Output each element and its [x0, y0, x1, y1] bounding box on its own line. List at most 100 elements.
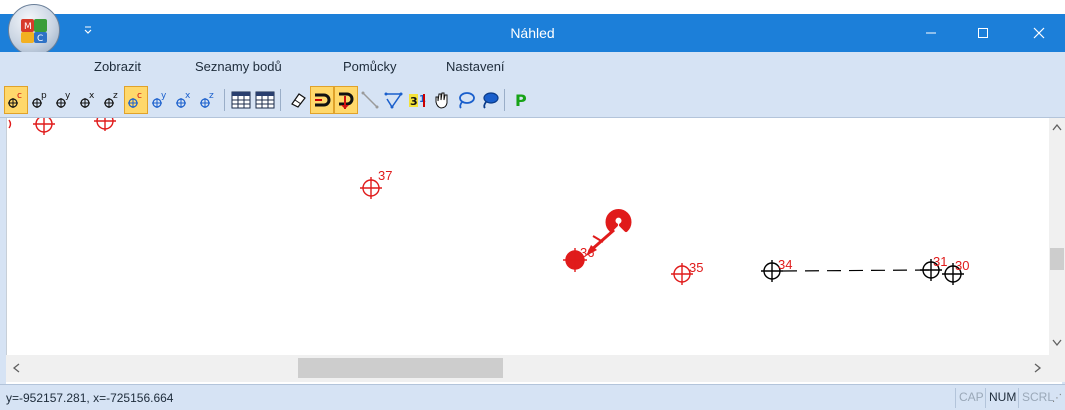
tool-point-z2-button[interactable]: z	[196, 86, 220, 114]
point-z-icon: z	[200, 91, 214, 108]
chevron-left-icon	[12, 363, 20, 373]
snap-cursor-icon	[586, 208, 632, 256]
horizontal-scrollbar[interactable]	[6, 355, 1049, 382]
svg-text:C: C	[37, 34, 43, 44]
point-marker-partial	[8, 119, 12, 129]
tool-point-x2-button[interactable]: x	[172, 86, 196, 114]
tool-point-c2-button[interactable]: c	[124, 86, 148, 114]
hand-icon	[435, 92, 448, 109]
menu-item-zobrazit[interactable]: Zobrazit	[90, 58, 145, 75]
point-c-icon: c	[8, 91, 22, 108]
point-label: 37	[378, 168, 392, 183]
numbering-icon: 31	[409, 94, 426, 108]
svg-text:P: P	[515, 91, 527, 110]
title-bar: M C Náhled	[0, 0, 1065, 57]
chevron-right-icon	[1034, 363, 1042, 373]
tool-table-button[interactable]	[229, 86, 253, 114]
svg-text:z: z	[209, 91, 214, 101]
close-icon	[1033, 27, 1045, 39]
tool-snap-point-button[interactable]	[334, 86, 358, 114]
scroll-left-button[interactable]	[6, 355, 26, 382]
horizontal-scroll-thumb[interactable]	[298, 358, 503, 378]
toolbar-separator	[280, 89, 281, 111]
svg-text:y: y	[65, 91, 71, 101]
point-z-icon: z	[104, 91, 118, 108]
lasso-fill-icon	[483, 92, 499, 109]
chevron-up-icon	[1052, 123, 1062, 131]
point-label: 34	[778, 257, 792, 272]
point-35[interactable]: 35	[671, 260, 703, 285]
tool-polyline-button[interactable]	[382, 86, 406, 114]
point-marker[interactable]	[33, 118, 55, 135]
point-x-icon: x	[176, 91, 191, 108]
app-logo-icon: M C	[21, 19, 47, 44]
point-p-icon: p	[32, 91, 47, 108]
tool-point-z-button[interactable]: z	[100, 86, 124, 114]
chevron-down-icon	[84, 26, 92, 34]
tool-point-y-button[interactable]: y	[52, 86, 76, 114]
dashed-line[interactable]	[782, 269, 932, 272]
tool-table2-button[interactable]	[253, 86, 277, 114]
svg-text:c: c	[17, 91, 22, 101]
maximize-button[interactable]	[957, 14, 1009, 52]
menu-item-nastaveni[interactable]: Nastavení	[442, 58, 509, 75]
tool-lasso-fill-button[interactable]	[478, 86, 502, 114]
vertical-scroll-thumb[interactable]	[1050, 248, 1064, 270]
tool-line-button[interactable]	[358, 86, 382, 114]
p-icon: P	[515, 91, 527, 110]
tool-lasso-button[interactable]	[454, 86, 478, 114]
scrollbar-corner	[1049, 355, 1065, 382]
eraser-icon	[291, 93, 306, 108]
close-button[interactable]	[1013, 14, 1065, 52]
tool-snap-button[interactable]	[310, 86, 334, 114]
menu-bar: Zobrazit Seznamy bodů Pomůcky Nastavení	[0, 52, 1065, 82]
point-label: 35	[689, 260, 703, 275]
quick-access-dropdown[interactable]	[82, 25, 94, 37]
svg-text:x: x	[185, 91, 191, 101]
magnet-icon	[315, 93, 331, 107]
tool-point-x-button[interactable]: x	[76, 86, 100, 114]
tool-hand-button[interactable]	[430, 86, 454, 114]
svg-text:p: p	[41, 91, 47, 101]
scroll-right-button[interactable]	[1028, 355, 1048, 382]
line-icon	[361, 91, 379, 109]
minimize-icon	[926, 32, 936, 34]
tool-eraser-button[interactable]	[286, 86, 310, 114]
point-x-icon: x	[80, 91, 95, 108]
cursor-coordinates: y=-952157.281, x=-725156.664	[6, 391, 174, 405]
point-y-icon: y	[56, 91, 71, 108]
tool-numbering-button[interactable]: 31	[406, 86, 430, 114]
scroll-up-button[interactable]	[1049, 120, 1065, 137]
point-label: 31	[933, 254, 947, 269]
tool-point-y2-button[interactable]: y	[148, 86, 172, 114]
table-icon	[231, 91, 251, 109]
tool-p-button[interactable]: P	[509, 86, 533, 114]
maximize-icon	[978, 28, 988, 38]
toolbar-separator	[504, 89, 505, 111]
point-31[interactable]: 31	[920, 254, 947, 281]
map-drawing: 37 36 35 34 31 30	[8, 118, 969, 285]
svg-text:c: c	[137, 91, 142, 101]
point-y-icon: y	[152, 91, 167, 108]
scroll-down-button[interactable]	[1049, 336, 1065, 353]
minimize-button[interactable]	[905, 14, 957, 52]
lasso-icon	[459, 92, 475, 109]
point-37[interactable]: 37	[360, 168, 392, 199]
cap-indicator: CAP	[955, 388, 987, 408]
chevron-down-icon	[1052, 339, 1062, 347]
point-c-icon: c	[128, 91, 142, 108]
point-34[interactable]: 34	[761, 257, 792, 282]
point-marker[interactable]	[94, 118, 116, 131]
vertical-scrollbar[interactable]	[1049, 118, 1065, 355]
app-menu-button[interactable]: M C	[8, 4, 60, 56]
svg-text:M: M	[24, 22, 32, 32]
svg-text:z: z	[113, 91, 118, 101]
num-indicator: NUM	[985, 388, 1019, 408]
resize-grip-icon[interactable]: ⋰	[1052, 393, 1062, 404]
menu-item-pomucky[interactable]: Pomůcky	[339, 58, 400, 75]
tool-point-c-button[interactable]: c	[4, 86, 28, 114]
menu-item-seznamy-bodu[interactable]: Seznamy bodů	[191, 58, 286, 75]
toolbar-separator	[224, 89, 225, 111]
drawing-canvas[interactable]: 37 36 35 34 31 30	[6, 118, 1049, 355]
tool-point-p-button[interactable]: p	[28, 86, 52, 114]
